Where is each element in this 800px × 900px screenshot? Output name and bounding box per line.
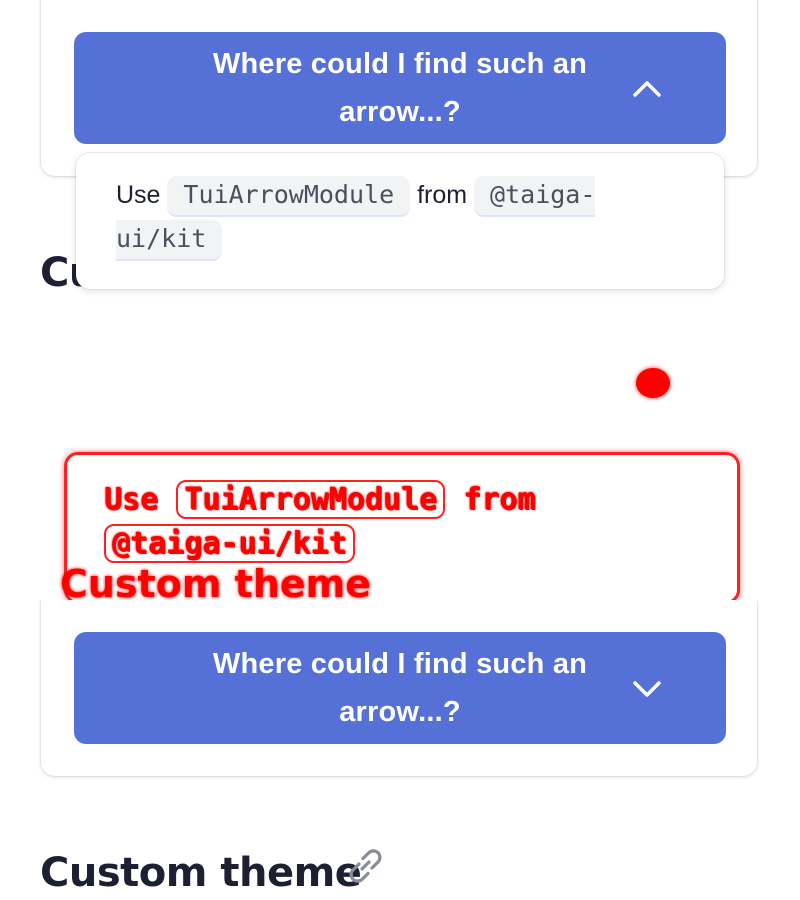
diff-text-use: Use <box>104 482 159 517</box>
code-tui-arrow-module: TuiArrowModule <box>167 176 411 217</box>
diff-text-from: from <box>463 482 536 517</box>
arrow-dropdown-button-open[interactable]: Where could I find such an arrow...? <box>74 32 726 144</box>
arrow-dropdown-button-closed[interactable]: Where could I find such an arrow...? <box>74 632 726 744</box>
diff-dropdown-text: Use TuiArrowModule from @taiga-ui/kit <box>104 478 664 566</box>
dropdown-text-use: Use <box>116 181 161 209</box>
dropdown-panel: Use TuiArrowModule from @taiga-ui/kit <box>76 153 724 289</box>
dropdown-content: Use TuiArrowModule from @taiga-ui/kit <box>116 173 656 261</box>
chevron-up-icon <box>633 81 661 97</box>
diff-heading-custom-theme: Custom theme <box>60 562 372 600</box>
dropdown-button-label: Where could I find such an arrow...? <box>212 48 588 128</box>
chevron-down-icon <box>633 681 661 697</box>
dropdown-button-label: Where could I find such an arrow...? <box>212 648 588 728</box>
diff-overlay-region: Use TuiArrowModule from @taiga-ui/kit Cu… <box>0 300 800 600</box>
dropdown-text-from: from <box>417 181 468 209</box>
link-icon[interactable] <box>342 843 388 889</box>
diff-code-module: TuiArrowModule <box>176 480 446 519</box>
diff-code-package: @taiga-ui/kit <box>104 524 355 563</box>
diff-marker-blob <box>636 368 670 398</box>
section-heading-custom-theme: Custom theme <box>40 850 362 896</box>
